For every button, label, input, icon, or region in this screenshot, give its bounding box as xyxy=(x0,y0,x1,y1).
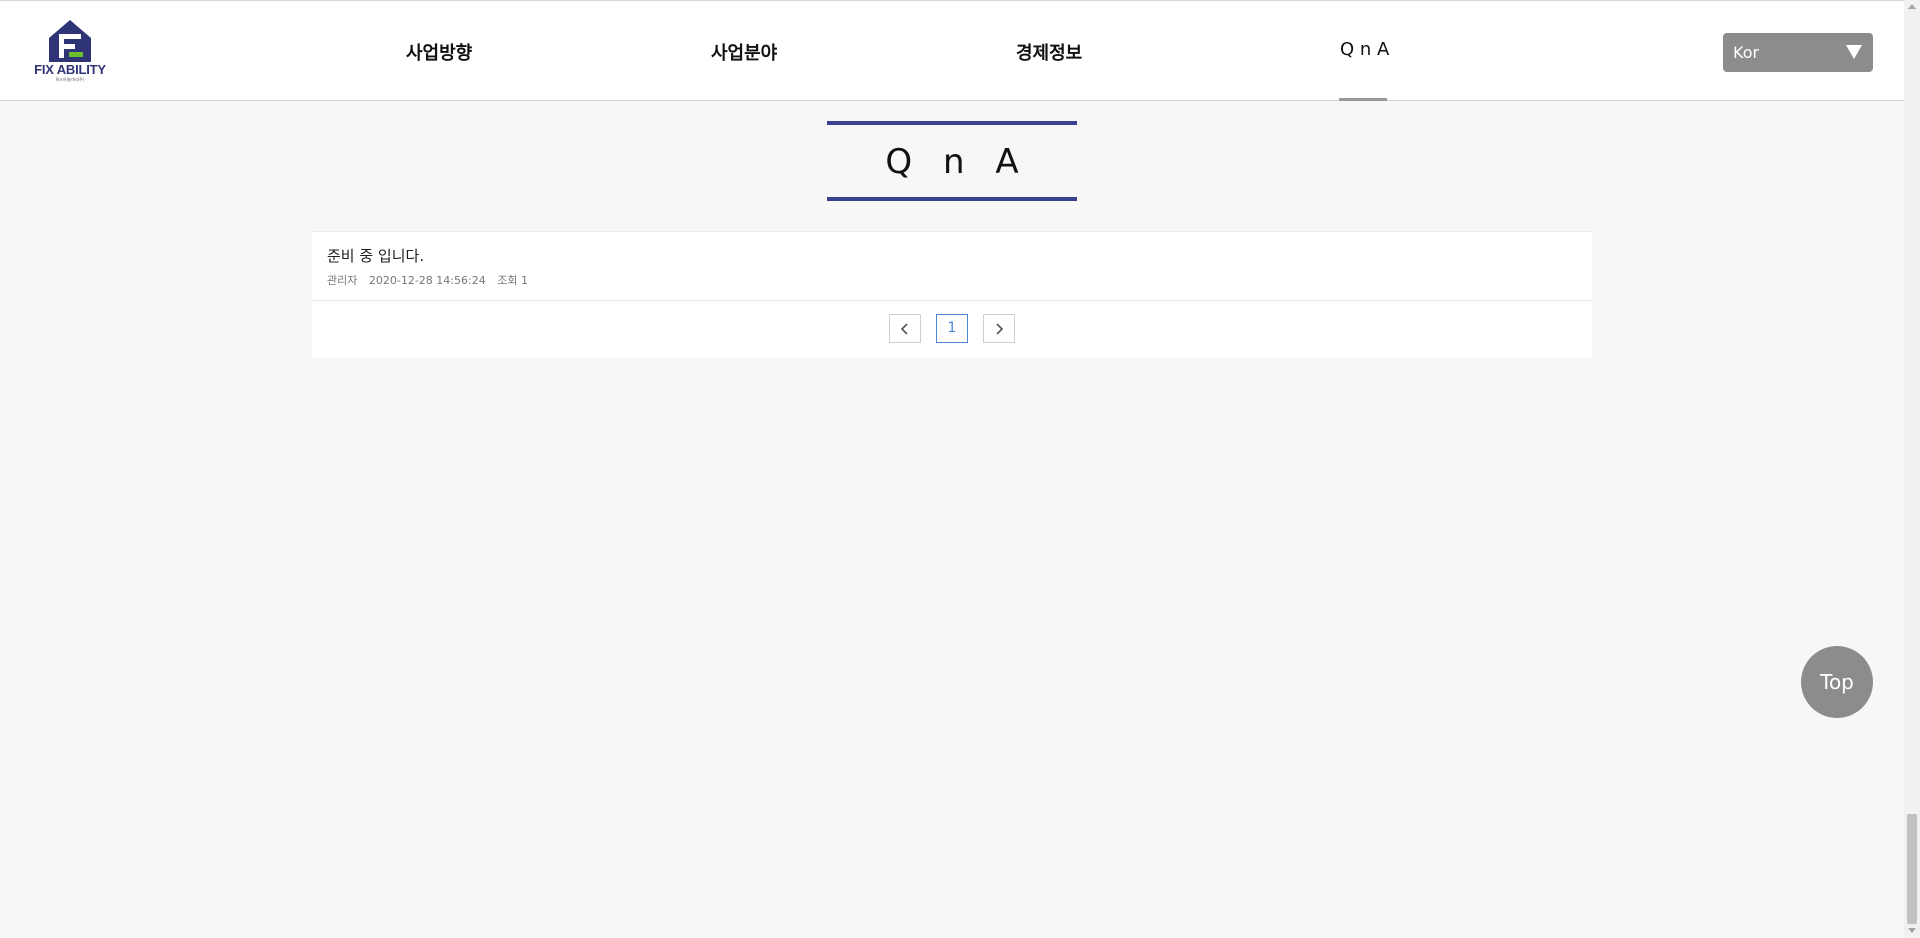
scroll-up-icon[interactable] xyxy=(1908,4,1916,9)
chevron-left-icon xyxy=(900,323,908,335)
scrollbar[interactable] xyxy=(1904,0,1920,938)
page-title-box: Q n A xyxy=(827,121,1077,201)
prev-page-button[interactable] xyxy=(889,314,921,343)
scroll-down-icon[interactable] xyxy=(1908,928,1916,933)
logo[interactable]: FIX ABILITY 픽스어빌리티(주) xyxy=(29,20,111,84)
page-button-1[interactable]: 1 xyxy=(936,314,968,343)
post-views: 조회 1 xyxy=(497,274,528,287)
nav-item-business-field[interactable]: 사업분야 xyxy=(711,39,777,65)
post-title[interactable]: 준비 중 입니다. xyxy=(327,245,424,266)
site-header: FIX ABILITY 픽스어빌리티(주) 사업방향 사업분야 경제정보 Q n… xyxy=(0,0,1904,101)
scroll-top-button[interactable]: Top xyxy=(1801,646,1873,718)
pagination: 1 xyxy=(312,314,1592,344)
chevron-right-icon xyxy=(996,323,1004,335)
post-meta: 관리자 2020-12-28 14:56:24 조회 1 xyxy=(327,272,536,288)
post-author: 관리자 xyxy=(327,274,358,287)
nav-active-indicator xyxy=(1339,98,1387,101)
scrollbar-thumb[interactable] xyxy=(1907,814,1917,924)
language-select-value: Kor xyxy=(1733,43,1760,62)
nav-item-economic-info[interactable]: 경제정보 xyxy=(1016,39,1082,65)
page-title: Q n A xyxy=(885,142,1029,182)
logo-mark-icon xyxy=(49,20,91,62)
logo-text: FIX ABILITY xyxy=(34,62,106,77)
nav-item-qna[interactable]: Q n A xyxy=(1340,39,1389,60)
list-item[interactable]: 준비 중 입니다. 관리자 2020-12-28 14:56:24 조회 1 xyxy=(312,232,1592,301)
caret-down-icon xyxy=(1846,45,1862,59)
nav-item-business-direction[interactable]: 사업방향 xyxy=(406,39,472,65)
next-page-button[interactable] xyxy=(983,314,1015,343)
logo-tagline: 픽스어빌리티(주) xyxy=(55,77,85,82)
post-date: 2020-12-28 14:56:24 xyxy=(368,274,486,287)
qna-board: 준비 중 입니다. 관리자 2020-12-28 14:56:24 조회 1 1 xyxy=(312,231,1592,358)
language-select[interactable]: Kor xyxy=(1723,33,1873,72)
